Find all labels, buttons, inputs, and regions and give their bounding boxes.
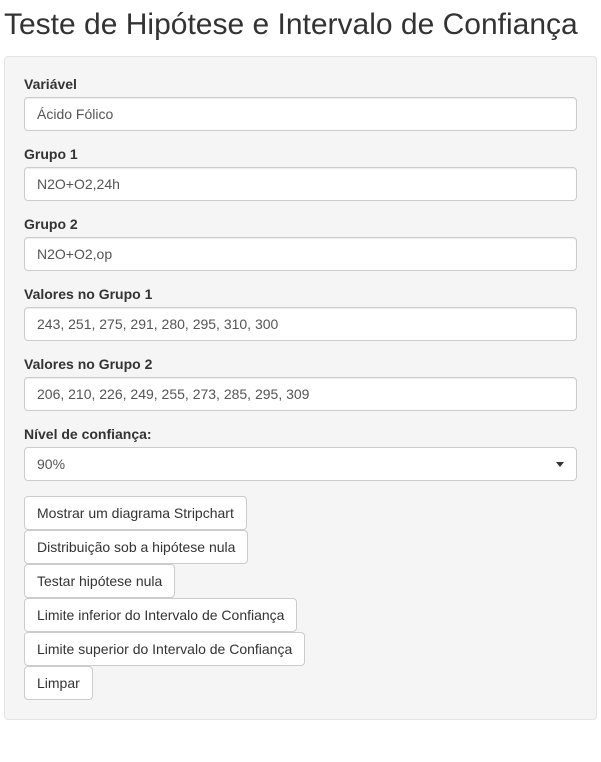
group-variavel: Variável: [24, 76, 577, 131]
form-panel: Variável Grupo 1 Grupo 2 Valores no Grup…: [4, 56, 597, 720]
button-lim-inf[interactable]: Limite inferior do Intervalo de Confianç…: [24, 598, 297, 632]
input-valores2[interactable]: [24, 377, 577, 411]
select-confianca-value: 90%: [37, 456, 65, 472]
button-testar[interactable]: Testar hipótese nula: [24, 564, 175, 598]
button-dist-nula[interactable]: Distribuição sob a hipótese nula: [24, 530, 248, 564]
label-valores1: Valores no Grupo 1: [24, 286, 577, 302]
button-limpar[interactable]: Limpar: [24, 666, 93, 700]
group-valores1: Valores no Grupo 1: [24, 286, 577, 341]
label-valores2: Valores no Grupo 2: [24, 356, 577, 372]
group-grupo1: Grupo 1: [24, 146, 577, 201]
input-grupo1[interactable]: [24, 167, 577, 201]
page-title: Teste de Hipótese e Intervalo de Confian…: [4, 8, 597, 42]
group-valores2: Valores no Grupo 2: [24, 356, 577, 411]
chevron-down-icon: [556, 462, 564, 467]
label-variavel: Variável: [24, 76, 577, 92]
group-grupo2: Grupo 2: [24, 216, 577, 271]
group-confianca: Nível de confiança: 90%: [24, 426, 577, 481]
input-valores1[interactable]: [24, 307, 577, 341]
input-variavel[interactable]: [24, 97, 577, 131]
input-grupo2[interactable]: [24, 237, 577, 271]
button-stripchart[interactable]: Mostrar um diagrama Stripchart: [24, 496, 247, 530]
select-confianca[interactable]: 90%: [24, 447, 577, 481]
label-confianca: Nível de confiança:: [24, 426, 577, 442]
button-lim-sup[interactable]: Limite superior do Intervalo de Confianç…: [24, 632, 305, 666]
label-grupo2: Grupo 2: [24, 216, 577, 232]
label-grupo1: Grupo 1: [24, 146, 577, 162]
